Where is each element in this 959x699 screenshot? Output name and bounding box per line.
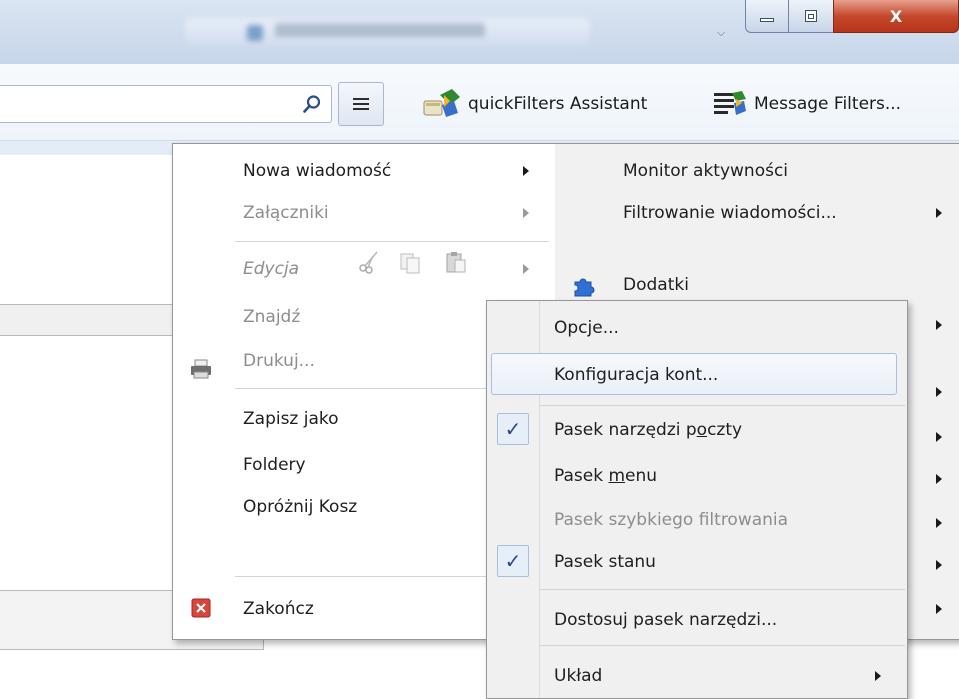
folder-pane-header <box>0 304 190 336</box>
menu-item-label: Znajdź <box>243 307 301 327</box>
menu-item-save-as[interactable]: Zapisz jako <box>243 408 339 430</box>
submenu-item-label: Pasek <box>554 466 609 486</box>
edit-tools-icons <box>359 251 466 274</box>
quickfilters-label: quickFilters Assistant <box>468 94 648 114</box>
copy-icon <box>400 253 420 274</box>
submenu-item-mail-toolbar[interactable]: Pasek narzędzi poczty <box>554 419 742 441</box>
app-menu-button[interactable] <box>338 82 384 126</box>
minimize-icon <box>760 18 774 22</box>
menu-item-quit[interactable]: Zakończ <box>243 598 314 620</box>
submenu-item-label: Pasek szybkiego filtrowania <box>554 510 789 530</box>
menu-item-label: Załączniki <box>243 203 329 223</box>
menu-item-print[interactable]: Drukuj... <box>243 350 315 372</box>
chevron-right-icon <box>936 560 942 570</box>
menu-item-message-filters[interactable]: Filtrowanie wiadomości... <box>623 202 837 224</box>
submenu-item-label: Pasek stanu <box>554 552 656 572</box>
chevron-right-icon <box>936 474 942 484</box>
chevron-right-icon <box>875 671 881 681</box>
hamburger-line <box>353 108 369 110</box>
submenu-item-label: czty <box>707 420 743 440</box>
quickfilters-assistant-button[interactable]: quickFilters Assistant <box>420 87 647 121</box>
options-submenu: Opcje... Konfiguracja kont... ✓ Pasek na… <box>486 300 908 699</box>
addons-puzzle-icon <box>574 278 595 297</box>
restore-button[interactable] <box>788 0 834 33</box>
submenu-item-label: Konfiguracja kont... <box>554 365 719 385</box>
menu-item-folders[interactable]: Foldery <box>243 454 306 476</box>
submenu-item-customize-toolbar[interactable]: Dostosuj pasek narzędzi... <box>554 609 777 631</box>
minimize-button[interactable] <box>745 0 789 33</box>
quit-icon <box>191 598 211 618</box>
search-input[interactable] <box>0 85 332 123</box>
chevron-right-icon <box>523 264 529 274</box>
menu-item-label: Zapisz jako <box>243 409 339 429</box>
menu-item-label: Foldery <box>243 455 306 475</box>
menu-item-label: Opróżnij Kosz <box>243 497 358 517</box>
tab-favicon-icon <box>247 25 263 41</box>
message-filters-label: Message Filters... <box>754 94 902 114</box>
message-filters-button[interactable]: Message Filters... <box>712 87 901 121</box>
menu-item-label: Nowa wiadomość <box>243 161 392 181</box>
menu-item-activity-monitor[interactable]: Monitor aktywności <box>623 160 788 182</box>
printer-icon <box>191 359 211 379</box>
chevron-right-icon <box>936 432 942 442</box>
access-key: m <box>608 466 626 486</box>
checkmark-icon: ✓ <box>497 545 529 577</box>
menu-item-label: Drukuj... <box>243 351 315 371</box>
menu-item-empty-trash[interactable]: Opróżnij Kosz <box>243 496 357 518</box>
menu-item-attachments[interactable]: Załączniki <box>243 202 329 224</box>
submenu-item-options[interactable]: Opcje... <box>554 317 619 339</box>
menu-item-new-message[interactable]: Nowa wiadomość <box>243 160 391 182</box>
search-icon[interactable] <box>302 94 322 114</box>
submenu-separator <box>539 645 905 646</box>
submenu-item-menu-bar[interactable]: Pasek menu <box>554 465 657 487</box>
quickfilters-icon <box>423 89 460 117</box>
chevron-right-icon <box>523 166 529 176</box>
tabs-dropdown-icon[interactable]: ⌵ <box>717 27 731 38</box>
paste-icon <box>446 252 466 273</box>
access-key: o <box>696 420 708 440</box>
submenu-separator <box>539 589 905 590</box>
hamburger-menu-icon <box>353 98 369 100</box>
chevron-right-icon <box>936 387 942 397</box>
submenu-item-layout[interactable]: Układ <box>554 665 602 687</box>
submenu-item-quick-filter-bar[interactable]: Pasek szybkiego filtrowania <box>554 509 788 531</box>
chevron-right-icon <box>936 518 942 528</box>
restore-icon <box>805 10 817 22</box>
menu-item-label: Filtrowanie wiadomości... <box>623 203 837 223</box>
submenu-separator <box>539 405 905 406</box>
chevron-right-icon <box>936 320 942 330</box>
menu-item-label: Dodatki <box>623 275 689 295</box>
submenu-item-label: Układ <box>554 666 603 686</box>
submenu-item-label: Dostosuj pasek narzędzi... <box>554 610 778 630</box>
cut-icon <box>359 251 378 274</box>
chevron-right-icon <box>523 208 529 218</box>
submenu-item-status-bar[interactable]: Pasek stanu <box>554 551 656 573</box>
hamburger-line <box>353 103 369 105</box>
chevron-right-icon <box>936 604 942 614</box>
submenu-item-label: Opcje... <box>554 318 619 338</box>
menu-item-edit[interactable]: Edycja <box>243 258 299 280</box>
menu-item-label: Monitor aktywności <box>623 161 789 181</box>
message-filters-icon <box>714 91 746 115</box>
menu-item-label: Zakończ <box>243 599 314 619</box>
close-button[interactable]: X <box>833 0 959 33</box>
menu-separator <box>235 241 549 242</box>
chevron-right-icon <box>936 208 942 218</box>
submenu-item-label: Pasek narzędzi p <box>554 420 697 440</box>
submenu-item-account-settings-label[interactable]: Konfiguracja kont... <box>554 364 718 386</box>
blurred-tab[interactable] <box>185 18 590 46</box>
menu-item-find[interactable]: Znajdź <box>243 306 300 328</box>
window-titlebar: ⌵ X <box>0 0 959 64</box>
menu-item-label: Edycja <box>243 259 300 279</box>
submenu-item-label: enu <box>625 466 658 486</box>
menu-item-addons[interactable]: Dodatki <box>623 274 689 296</box>
checkmark-icon: ✓ <box>497 413 529 445</box>
tab-title <box>275 23 485 37</box>
